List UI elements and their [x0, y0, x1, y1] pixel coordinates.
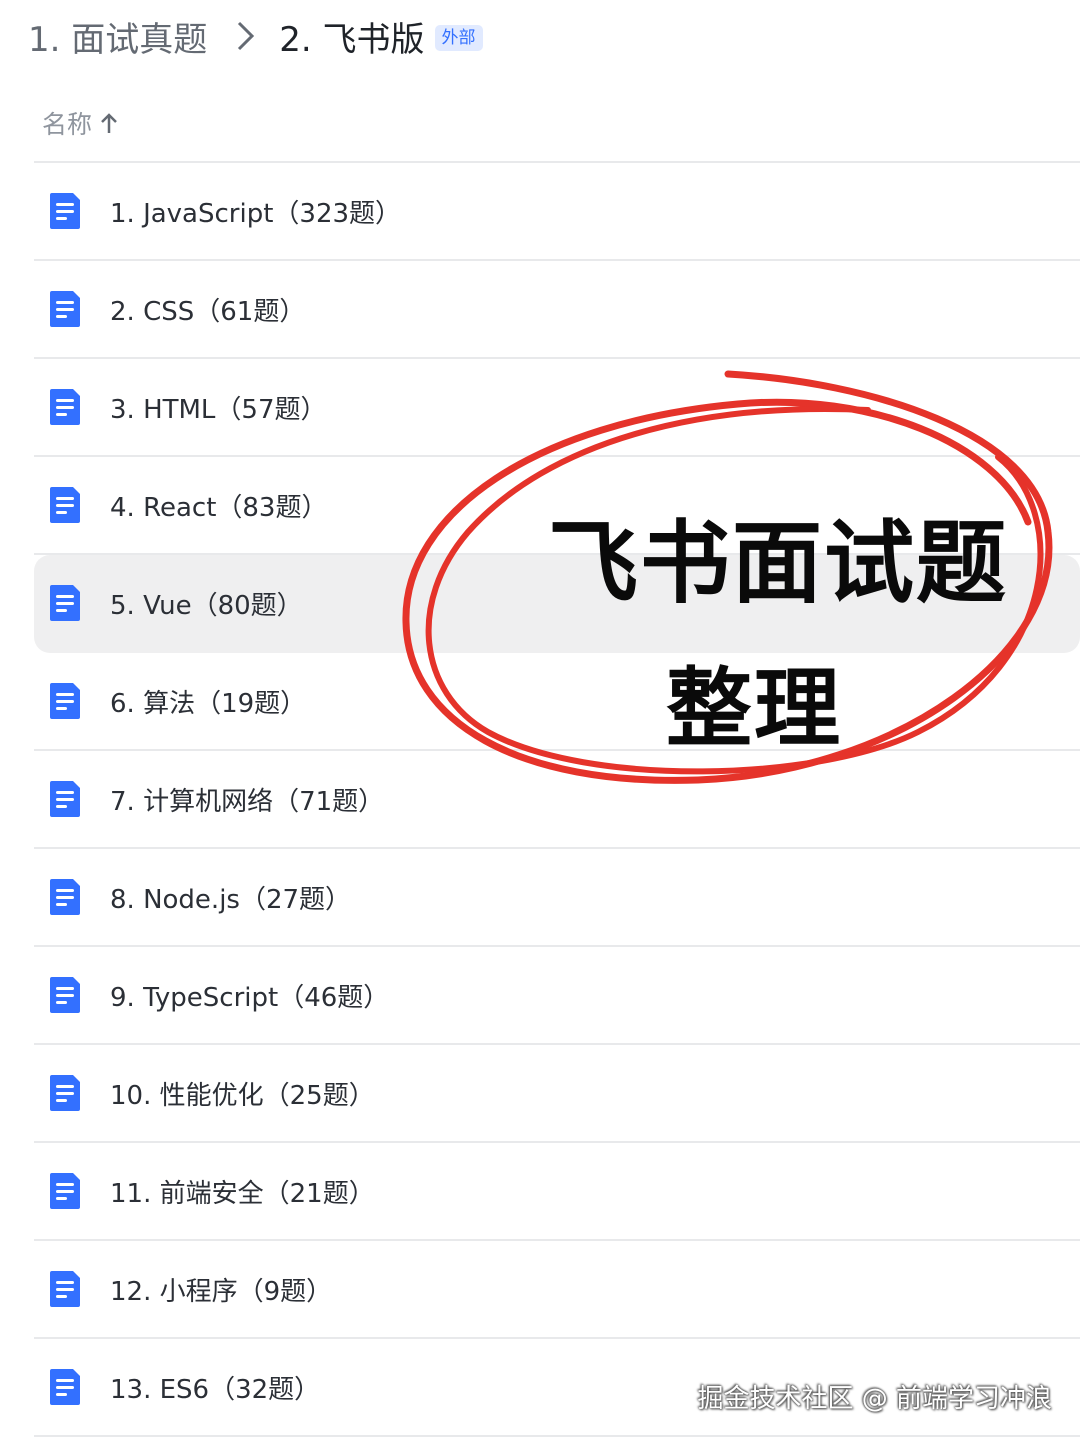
- file-name: 9. TypeScript（46题）: [110, 982, 390, 1013]
- file-name: 4. React（83题）: [110, 492, 328, 523]
- doc-icon: [50, 977, 80, 1013]
- doc-icon: [50, 1173, 80, 1209]
- file-name: 3. HTML（57题）: [110, 394, 327, 425]
- arrow-up-icon: [101, 113, 117, 133]
- file-name: 7. 计算机网络（71题）: [110, 786, 385, 817]
- file-name: 10. 性能优化（25题）: [110, 1080, 375, 1111]
- breadcrumb-current: 2. 飞书版: [279, 19, 425, 60]
- file-name: 11. 前端安全（21题）: [110, 1178, 375, 1209]
- file-row[interactable]: 8. Node.js（27题）: [34, 849, 1080, 947]
- doc-icon: [50, 585, 80, 621]
- file-row[interactable]: 11. 前端安全（21题）: [34, 1143, 1080, 1241]
- file-name: 13. ES6（32题）: [110, 1374, 321, 1405]
- file-row[interactable]: 6. 算法（19题）: [34, 653, 1080, 751]
- doc-icon: [50, 879, 80, 915]
- file-row[interactable]: 10. 性能优化（25题）: [34, 1045, 1080, 1143]
- file-list: 1. JavaScript（323题） 2. CSS（61题） 3. HTML（57…: [34, 163, 1080, 1437]
- file-row[interactable]: 5. Vue（80题）: [34, 555, 1080, 653]
- doc-icon: [50, 487, 80, 523]
- file-row[interactable]: 7. 计算机网络（71题）: [34, 751, 1080, 849]
- file-name: 12. 小程序（9题）: [110, 1276, 333, 1307]
- file-name: 1. JavaScript（323题）: [110, 198, 402, 229]
- doc-icon: [50, 291, 80, 327]
- watermark: 掘金技术社区 @ 前端学习冲浪: [697, 1384, 1052, 1414]
- breadcrumb: 1. 面试真题 2. 飞书版 外部: [28, 8, 483, 64]
- doc-icon: [50, 781, 80, 817]
- doc-icon: [50, 683, 80, 719]
- file-row[interactable]: 12. 小程序（9题）: [34, 1241, 1080, 1339]
- file-name: 2. CSS（61题）: [110, 296, 306, 327]
- file-row[interactable]: 1. JavaScript（323题）: [34, 163, 1080, 261]
- doc-icon: [50, 1271, 80, 1307]
- doc-icon: [50, 1075, 80, 1111]
- chevron-right-icon: [235, 8, 257, 64]
- doc-icon: [50, 389, 80, 425]
- file-row[interactable]: 4. React（83题）: [34, 457, 1080, 555]
- name-column-label: 名称: [42, 110, 93, 139]
- file-row[interactable]: 2. CSS（61题）: [34, 261, 1080, 359]
- file-name: 8. Node.js（27题）: [110, 884, 352, 915]
- file-name: 6. 算法（19题）: [110, 688, 307, 719]
- doc-icon: [50, 1369, 80, 1405]
- file-row[interactable]: 9. TypeScript（46题）: [34, 947, 1080, 1045]
- doc-icon: [50, 193, 80, 229]
- sort-by-name-header[interactable]: 名称: [42, 100, 118, 146]
- breadcrumb-parent-link[interactable]: 1. 面试真题: [28, 12, 207, 61]
- file-row[interactable]: 3. HTML（57题）: [34, 359, 1080, 457]
- file-name: 5. Vue（80题）: [110, 590, 303, 621]
- external-tag: 外部: [434, 25, 483, 51]
